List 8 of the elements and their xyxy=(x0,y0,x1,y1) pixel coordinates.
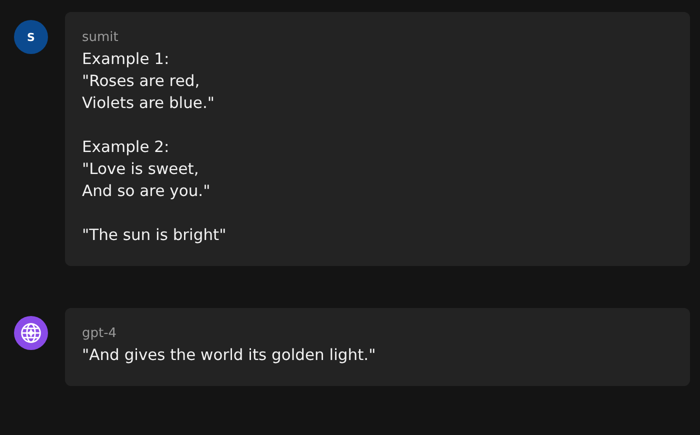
message-text: "And gives the world its golden light." xyxy=(82,345,377,366)
globe-icon xyxy=(20,322,42,344)
message-text: "The sun is bright" xyxy=(82,225,228,246)
author-name: sumit xyxy=(82,30,120,46)
author-name: gpt-4 xyxy=(82,326,118,342)
user-avatar: S xyxy=(14,20,48,54)
message-text: Example 1: "Roses are red, Violets are blue." xyxy=(82,49,216,114)
message-text: Example 2: "Love is sweet, And so are you." xyxy=(82,137,212,202)
